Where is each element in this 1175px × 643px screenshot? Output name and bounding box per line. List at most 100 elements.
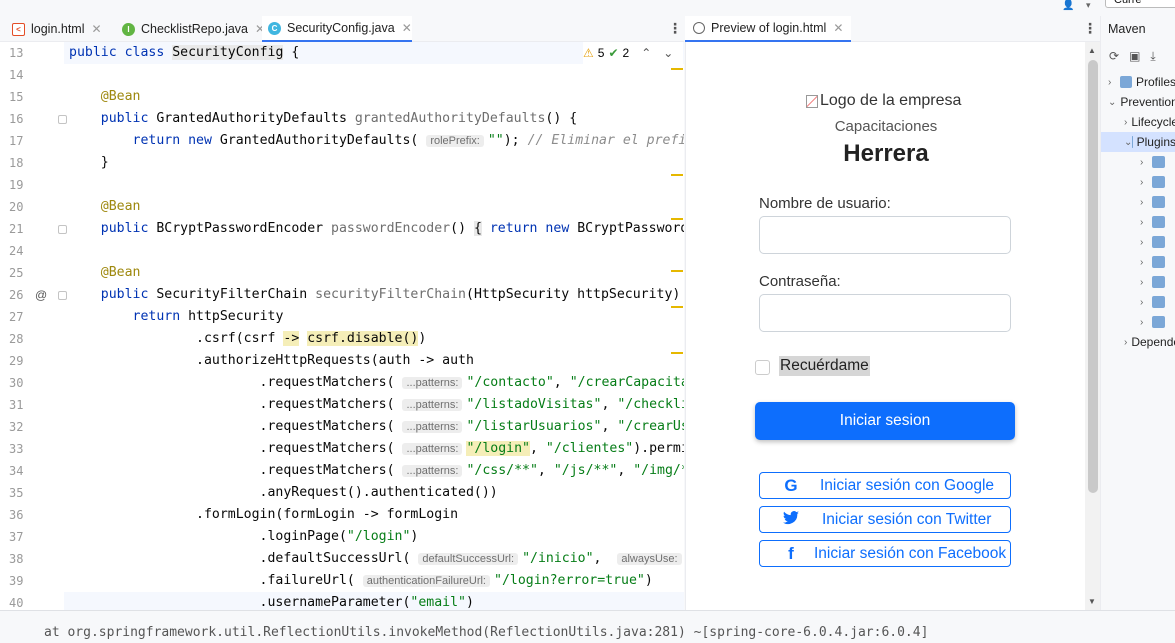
expand-chevron-icon[interactable]: ›	[1140, 277, 1152, 288]
expand-chevron-icon[interactable]: ⌄	[1108, 97, 1116, 108]
code-line[interactable]: 13 public class SecurityConfig {	[0, 42, 684, 64]
chevron-down-icon[interactable]: ▾	[1086, 0, 1091, 11]
code-line[interactable]: 21 public BCryptPasswordEncoder password…	[0, 218, 684, 240]
google-login-button[interactable]: G Iniciar sesión con Google	[759, 472, 1011, 499]
code-line[interactable]: 16 public GrantedAuthorityDefaults grant…	[0, 108, 684, 130]
code-line[interactable]: 33 .requestMatchers( ...patterns: "/login…	[0, 438, 684, 460]
code-line[interactable]: 31 .requestMatchers( ...patterns: "/lista…	[0, 394, 684, 416]
maven-tree-item[interactable]: ›	[1101, 292, 1175, 312]
maven-tree-item[interactable]: ›	[1101, 172, 1175, 192]
close-icon[interactable]: ✕	[92, 22, 102, 36]
tab-preview-login[interactable]: Preview of login.html ✕	[685, 16, 852, 42]
code-line[interactable]: 40 .usernameParameter("email")	[0, 592, 684, 610]
expand-chevron-icon[interactable]: ›	[1140, 257, 1152, 268]
expand-chevron-icon[interactable]: ›	[1124, 337, 1127, 348]
code-line[interactable]: 36 .formLogin(formLogin -> formLogin	[0, 504, 684, 526]
more-options-icon[interactable]: ⋮	[668, 20, 682, 37]
code-line[interactable]: 20 @Bean	[0, 196, 684, 218]
tab-checklistrepo[interactable]: I ChecklistRepo.java ✕	[116, 16, 265, 42]
code-line[interactable]: 18 }	[0, 152, 684, 174]
maven-node-icon	[1152, 296, 1165, 308]
error-stripe-mark[interactable]	[671, 270, 683, 272]
facebook-login-button[interactable]: f Iniciar sesión con Facebook	[759, 540, 1011, 567]
code-line[interactable]: 29 .authorizeHttpRequests(auth -> auth	[0, 350, 684, 372]
maven-tree-item[interactable]: ›	[1101, 192, 1175, 212]
code-line[interactable]: 19	[0, 174, 684, 196]
maven-tree-item[interactable]: ›	[1101, 272, 1175, 292]
expand-chevron-icon[interactable]: ›	[1140, 157, 1152, 168]
code-line[interactable]: 25 @Bean	[0, 262, 684, 284]
fold-icon[interactable]	[58, 225, 67, 234]
code-line[interactable]: 32 .requestMatchers( ...patterns: "/lista…	[0, 416, 684, 438]
expand-chevron-icon[interactable]: ›	[1140, 217, 1152, 228]
brand-subtitle: Capacitaciones	[834, 118, 938, 135]
bean-gutter-icon[interactable]: @	[35, 288, 47, 302]
expand-chevron-icon[interactable]: ›	[1140, 177, 1152, 188]
current-file-button[interactable]: Curre	[1105, 0, 1175, 8]
expand-chevron-icon[interactable]: ›	[1140, 237, 1152, 248]
expand-chevron-icon[interactable]: ⌄	[1124, 137, 1132, 148]
error-stripe-mark[interactable]	[671, 218, 683, 220]
chevron-down-icon[interactable]: ⌄	[663, 46, 673, 60]
code-line[interactable]: 34 .requestMatchers( ...patterns: "/css/*…	[0, 460, 684, 482]
folder-icon[interactable]: ▣	[1129, 49, 1140, 64]
inspection-widget[interactable]: ⚠ 5 ✔ 2 ⌃ ⌄	[583, 42, 683, 64]
code-line[interactable]: 15 @Bean	[0, 86, 684, 108]
password-input[interactable]	[759, 294, 1011, 332]
tab-login-html[interactable]: < login.html ✕	[6, 16, 102, 42]
tab-label: login.html	[31, 22, 85, 36]
code-line[interactable]: 35 .anyRequest().authenticated())	[0, 482, 684, 504]
maven-tree-item[interactable]: ⌄ Plugins	[1101, 132, 1175, 152]
maven-tree-item[interactable]: ›	[1101, 252, 1175, 272]
maven-tree-item[interactable]: ›	[1101, 212, 1175, 232]
maven-item-label: Plugins	[1136, 135, 1175, 149]
scroll-thumb[interactable]	[1088, 60, 1098, 493]
close-icon[interactable]: ✕	[402, 21, 412, 35]
more-options-icon[interactable]: ⋮	[1083, 20, 1097, 37]
maven-tree-item[interactable]: ›	[1101, 152, 1175, 172]
maven-tree-item[interactable]: › Dependencies	[1101, 332, 1175, 352]
username-input[interactable]	[759, 216, 1011, 254]
expand-chevron-icon[interactable]: ›	[1140, 197, 1152, 208]
error-stripe-mark[interactable]	[671, 352, 683, 354]
error-stripe-mark[interactable]	[671, 306, 683, 308]
code-line[interactable]: 26 public SecurityFilterChain securityFi…	[0, 284, 684, 306]
maven-tree-item[interactable]: › Lifecycle	[1101, 112, 1175, 132]
code-line[interactable]: 14	[0, 64, 684, 86]
preview-scrollbar[interactable]: ▲ ▼	[1085, 42, 1100, 610]
expand-chevron-icon[interactable]: ›	[1140, 297, 1152, 308]
reload-icon[interactable]: ⟳	[1109, 49, 1119, 64]
scroll-down-icon[interactable]: ▼	[1088, 597, 1096, 606]
code-line[interactable]: 38 .defaultSuccessUrl( defaultSuccessUrl…	[0, 548, 684, 570]
maven-tree-item[interactable]: › Profiles	[1101, 72, 1175, 92]
code-line[interactable]: 24	[0, 240, 684, 262]
tab-securityconfig[interactable]: C SecurityConfig.java ✕	[262, 16, 412, 42]
scroll-up-icon[interactable]: ▲	[1088, 46, 1096, 55]
maven-tree-item[interactable]: ›	[1101, 312, 1175, 332]
code-line[interactable]: 30 .requestMatchers( ...patterns: "/conta…	[0, 372, 684, 394]
remember-checkbox[interactable]	[755, 360, 770, 375]
maven-tree-item[interactable]: ›	[1101, 232, 1175, 252]
top-strip: 👤 ▾ Curre	[0, 0, 1175, 16]
expand-chevron-icon[interactable]: ›	[1124, 117, 1127, 128]
code-editor[interactable]: 13 public class SecurityConfig {14 15 @Bea…	[0, 42, 684, 610]
code-line[interactable]: 27 return httpSecurity	[0, 306, 684, 328]
expand-chevron-icon[interactable]: ›	[1108, 77, 1120, 88]
download-icon[interactable]: ⤓	[1150, 49, 1155, 64]
code-line[interactable]: 17 return new GrantedAuthorityDefaults( …	[0, 130, 684, 152]
error-stripe-mark[interactable]	[671, 174, 683, 176]
code-text: @Bean	[100, 89, 141, 104]
code-line[interactable]: 28 .csrf(csrf -> csrf.disable())	[0, 328, 684, 350]
code-line[interactable]: 37 .loginPage("/login")	[0, 526, 684, 548]
code-line[interactable]: 39 .failureUrl( authenticationFailureUrl…	[0, 570, 684, 592]
expand-chevron-icon[interactable]: ›	[1140, 317, 1152, 328]
error-stripe-mark[interactable]	[671, 68, 683, 70]
chevron-up-icon[interactable]: ⌃	[641, 46, 651, 60]
fold-icon[interactable]	[58, 291, 67, 300]
close-icon[interactable]: ✕	[833, 21, 843, 35]
login-button[interactable]: Iniciar sesion	[755, 402, 1015, 440]
maven-tree-item[interactable]: ⌄ Prevention	[1101, 92, 1175, 112]
fold-icon[interactable]	[58, 115, 67, 124]
line-number: 39	[9, 574, 24, 588]
twitter-login-button[interactable]: Iniciar sesión con Twitter	[759, 506, 1011, 533]
